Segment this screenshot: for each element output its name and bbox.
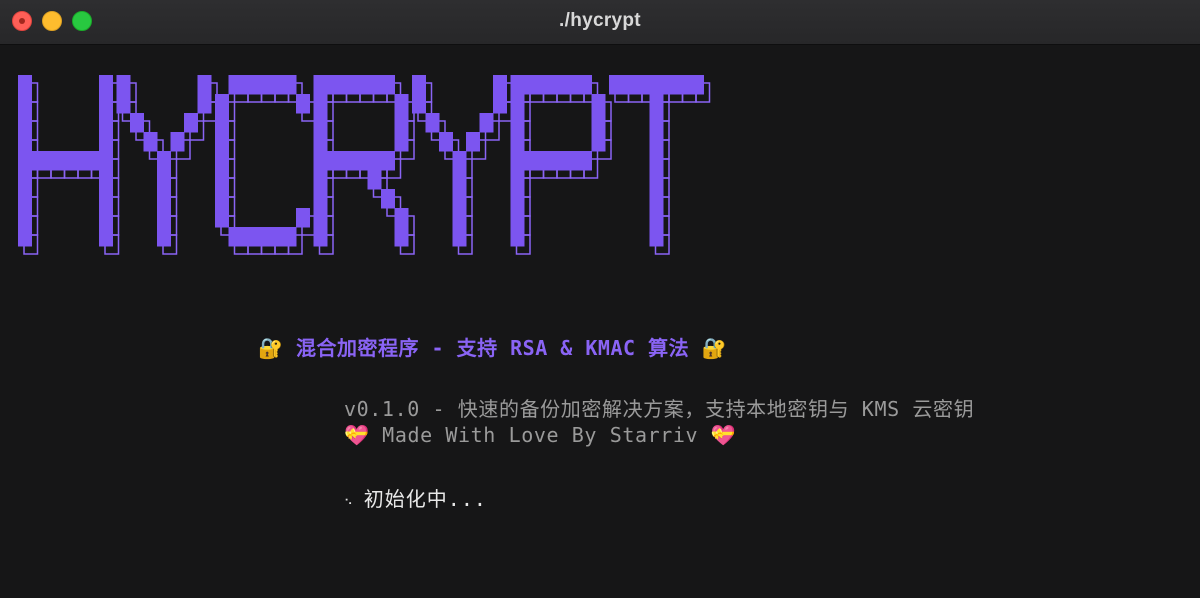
banner-letter-t <box>609 75 704 247</box>
heart-gift-icon: 💝 <box>344 423 370 447</box>
credit-line: 💝 Made With Love By Starriv 💝 <box>344 423 736 447</box>
heart-gift-icon: 💝 <box>710 423 737 447</box>
title-bar: ./hycrypt <box>0 0 1200 45</box>
window-title: ./hycrypt <box>559 10 641 31</box>
status-text: 初始化中... <box>363 487 487 511</box>
tagline: 🔐 混合加密程序 - 支持 RSA & KMAC 算法 🔐 <box>258 332 727 361</box>
banner-letter-c <box>215 75 310 247</box>
terminal-content[interactable]: 🔐 混合加密程序 - 支持 RSA & KMAC 算法 🔐 v0.1.0 - 快… <box>0 45 1200 598</box>
credit-text: Made With Love By Starriv <box>382 423 699 447</box>
spinner-icon: ⠢ <box>344 493 354 508</box>
terminal-window: ./hycrypt 🔐 混合加密程序 - 支持 RSA & KMAC 算法 🔐 … <box>0 0 1200 598</box>
version-line: v0.1.0 - 快速的备份加密解决方案，支持本地密钥与 KMS 云密钥 <box>344 397 975 421</box>
banner-letter-h <box>18 75 113 247</box>
banner-letters <box>18 75 704 247</box>
ascii-banner <box>18 75 778 265</box>
banner-art <box>18 75 711 255</box>
lock-key-icon: 🔐 <box>701 336 728 360</box>
banner-letter-y <box>116 75 212 247</box>
lock-key-icon: 🔐 <box>258 336 284 360</box>
tagline-text: 混合加密程序 - 支持 RSA & KMAC 算法 <box>295 336 690 360</box>
banner-letter-r <box>313 75 409 247</box>
banner-letter-y <box>412 75 507 247</box>
status-line: ⠢ 初始化中... <box>344 483 487 512</box>
banner-letter-p <box>510 75 606 247</box>
